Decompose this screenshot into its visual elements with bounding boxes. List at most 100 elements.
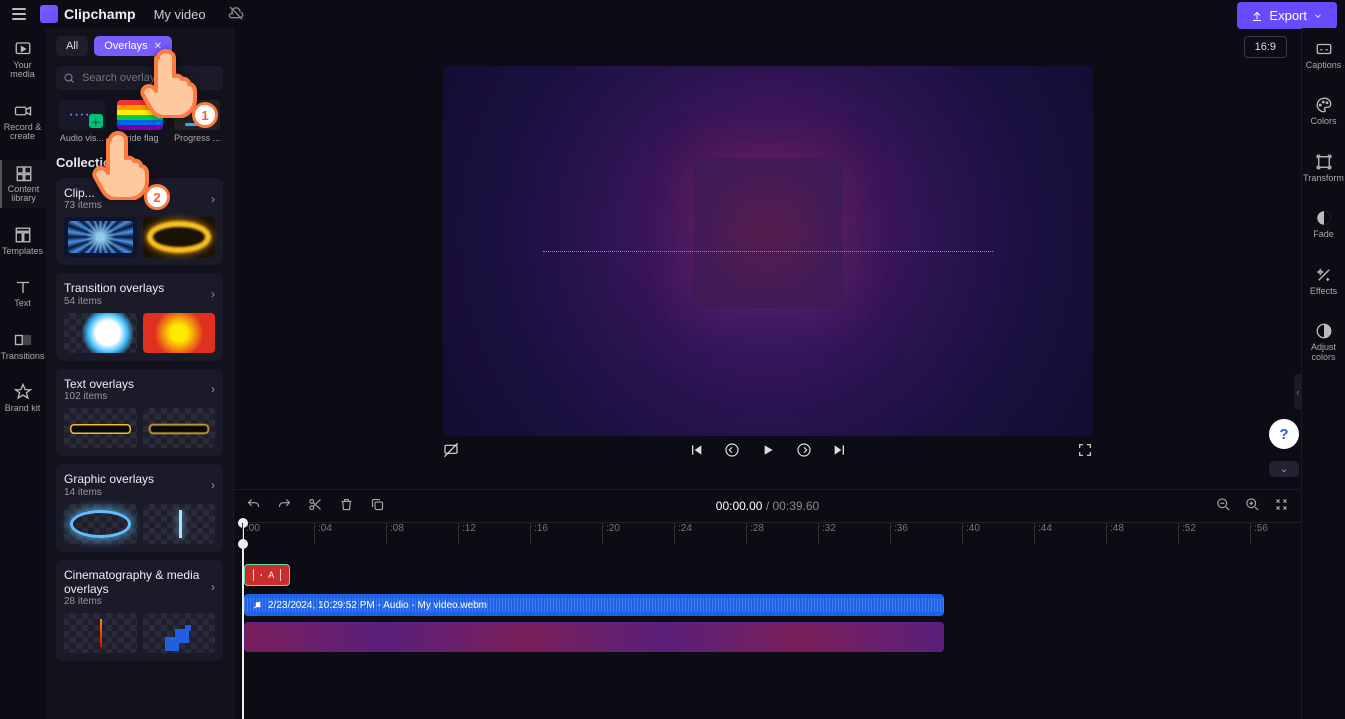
prop-fade[interactable]: Fade <box>1302 205 1345 243</box>
contrast-icon <box>1315 322 1333 340</box>
prop-adjust-colors[interactable]: Adjust colors <box>1302 318 1345 366</box>
audio-clip[interactable]: 2/23/2024, 10:29:52 PM - Audio - My vide… <box>244 594 944 616</box>
split-button[interactable] <box>308 497 323 515</box>
wand-icon <box>1315 266 1333 284</box>
frame-forward-button[interactable] <box>796 442 812 458</box>
thumb[interactable] <box>64 313 137 353</box>
ruler-tick: :12 <box>458 523 476 544</box>
time-ruler[interactable]: :00:04:08:12:16:20:24:28:32:36:40:44:48:… <box>234 522 1301 544</box>
sync-status-icon <box>228 5 244 24</box>
chevron-right-icon: › <box>211 287 215 301</box>
menu-button[interactable] <box>8 4 30 24</box>
chevron-right-icon: › <box>211 192 215 206</box>
prop-captions[interactable]: Captions <box>1302 36 1345 74</box>
skip-start-button[interactable] <box>688 442 704 458</box>
video-preview[interactable] <box>443 66 1093 436</box>
collection-cinematography-overlays[interactable]: Cinematography & media overlays28 items› <box>56 560 223 662</box>
overlay-clip[interactable]: A <box>244 564 290 586</box>
collection-clip[interactable]: Clip...73 items› <box>56 178 223 265</box>
skip-end-button[interactable] <box>832 442 848 458</box>
chevron-right-icon: › <box>211 382 215 396</box>
zoom-out-button[interactable] <box>1216 497 1231 515</box>
captions-icon <box>1315 40 1333 58</box>
ruler-tick: :48 <box>1106 523 1124 544</box>
play-button[interactable] <box>760 442 776 458</box>
close-icon[interactable]: ✕ <box>154 41 162 52</box>
fullscreen-button[interactable] <box>1077 442 1093 458</box>
redo-button[interactable] <box>277 497 292 515</box>
media-icon <box>14 40 32 58</box>
chevron-right-icon: › <box>211 580 215 594</box>
upload-icon <box>1251 10 1263 22</box>
nav-record-create[interactable]: Record & create <box>0 98 45 146</box>
thumb[interactable] <box>143 408 216 448</box>
chip-audio-visualizer[interactable]: ·····＋ Audio vis... <box>56 100 108 143</box>
prop-effects[interactable]: Effects <box>1302 262 1345 300</box>
chevron-down-icon <box>1313 11 1323 21</box>
zoom-in-button[interactable] <box>1245 497 1260 515</box>
aspect-ratio-button[interactable]: 16:9 <box>1244 36 1287 58</box>
collections-heading: Collections <box>56 155 223 170</box>
filter-all[interactable]: All <box>56 36 88 56</box>
audio-visualizer-thumb: ·····＋ <box>59 100 105 130</box>
delete-button[interactable] <box>339 497 354 515</box>
thumb[interactable] <box>64 217 137 257</box>
help-button[interactable]: ? <box>1269 419 1299 449</box>
filter-overlays[interactable]: Overlays✕ <box>94 36 172 56</box>
thumb[interactable] <box>143 313 216 353</box>
ruler-tick: :16 <box>530 523 548 544</box>
nav-transitions[interactable]: Transitions <box>0 327 45 365</box>
collection-transition-overlays[interactable]: Transition overlays54 items› <box>56 273 223 360</box>
safe-line <box>543 251 993 252</box>
brand-name: Clipchamp <box>64 6 136 22</box>
brandkit-icon <box>14 383 32 401</box>
export-button[interactable]: Export <box>1237 2 1337 29</box>
search-input[interactable] <box>56 66 223 90</box>
copy-button[interactable] <box>370 497 385 515</box>
frame-back-button[interactable] <box>724 442 740 458</box>
thumb[interactable] <box>64 613 137 653</box>
fade-icon <box>1315 209 1333 227</box>
ruler-tick: :44 <box>1034 523 1052 544</box>
search-overlays[interactable] <box>56 66 223 90</box>
prop-colors[interactable]: Colors <box>1302 92 1345 130</box>
zoom-fit-button[interactable] <box>1274 497 1289 515</box>
collection-graphic-overlays[interactable]: Graphic overlays14 items› <box>56 464 223 551</box>
export-label: Export <box>1269 8 1307 23</box>
pride-flag-thumb <box>117 100 163 130</box>
chevron-right-icon: › <box>211 478 215 492</box>
nav-templates[interactable]: Templates <box>0 222 45 260</box>
thumb[interactable] <box>143 613 216 653</box>
tracks-area[interactable]: A 2/23/2024, 10:29:52 PM - Audio - My vi… <box>234 544 1301 719</box>
project-title[interactable]: My video <box>154 7 206 22</box>
collapse-right-button[interactable]: ‹ <box>1294 374 1302 410</box>
chip-progress[interactable]: Progress ... <box>171 100 223 143</box>
collection-text-overlays[interactable]: Text overlays102 items› <box>56 369 223 456</box>
thumb[interactable] <box>64 408 137 448</box>
search-icon <box>63 72 75 84</box>
ruler-tick: :28 <box>746 523 764 544</box>
chip-pride-flag[interactable]: Pride flag <box>114 100 166 143</box>
prop-transform[interactable]: Transform <box>1302 149 1345 187</box>
thumb[interactable] <box>64 504 137 544</box>
nav-brand-kit[interactable]: Brand kit <box>0 379 45 417</box>
nav-your-media[interactable]: Your media <box>0 36 45 84</box>
timeline: 00:00.00 / 00:39.60 :00:04:08:12:16:20:2… <box>234 489 1301 719</box>
nav-text[interactable]: Text <box>0 274 45 312</box>
cast-off-button[interactable] <box>443 442 459 458</box>
library-icon <box>15 164 33 182</box>
add-icon[interactable]: ＋ <box>89 114 103 128</box>
right-properties-rail: ‹ Captions Colors Transform Fade Effects… <box>1301 28 1345 719</box>
thumb[interactable] <box>143 217 216 257</box>
undo-button[interactable] <box>246 497 261 515</box>
time-readout: 00:00.00 / 00:39.60 <box>716 499 819 513</box>
expand-preview-button[interactable]: ⌄ <box>1269 461 1299 477</box>
content-panel: All Overlays✕ ·····＋ Audio vis... Pride … <box>46 28 234 719</box>
camera-icon <box>14 102 32 120</box>
ruler-tick: :24 <box>674 523 692 544</box>
text-icon <box>14 278 32 296</box>
transitions-icon <box>14 331 32 349</box>
thumb[interactable] <box>143 504 216 544</box>
video-clip[interactable] <box>244 622 944 652</box>
nav-content-library[interactable]: Content library <box>0 160 45 208</box>
